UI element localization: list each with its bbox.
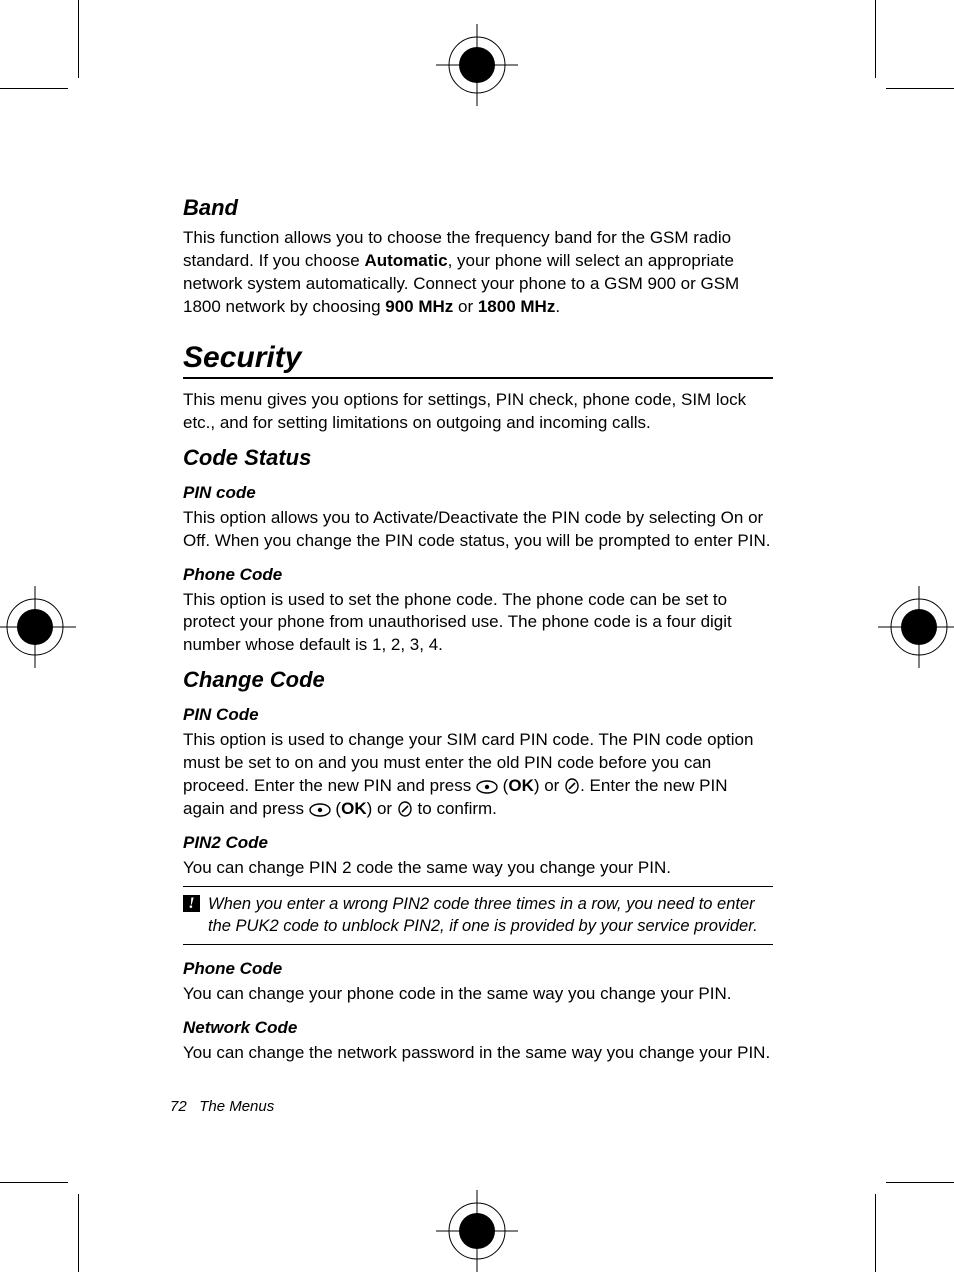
- phone-code-paragraph: This option is used to set the phone cod…: [183, 589, 773, 658]
- crop-mark: [875, 1194, 876, 1272]
- crop-mark: [886, 1182, 954, 1183]
- bold-text: OK: [341, 799, 367, 818]
- crop-mark: [0, 88, 68, 89]
- heading-phone-code: Phone Code: [183, 565, 773, 585]
- footer-label: The Menus: [199, 1098, 274, 1115]
- change-phone-code-paragraph: You can change your phone code in the sa…: [183, 983, 773, 1006]
- pin2-paragraph: You can change PIN 2 code the same way y…: [183, 857, 773, 880]
- crop-mark: [78, 0, 79, 78]
- pin-code-paragraph: This option allows you to Activate/Deact…: [183, 507, 773, 553]
- heading-phone-code-2: Phone Code: [183, 959, 773, 979]
- text: (: [498, 776, 508, 795]
- heading-pin-code-2: PIN Code: [183, 705, 773, 725]
- exclaim-icon: !: [183, 895, 200, 912]
- security-intro: This menu gives you options for settings…: [183, 389, 773, 435]
- heading-network-code: Network Code: [183, 1018, 773, 1038]
- round-button-icon: [397, 798, 413, 821]
- crop-mark: [0, 1182, 68, 1183]
- bold-text: 900 MHz: [385, 297, 453, 316]
- bold-text: Automatic: [364, 251, 447, 270]
- note-text: When you enter a wrong PIN2 code three t…: [208, 893, 773, 938]
- change-pin-paragraph: This option is used to change your SIM c…: [183, 729, 773, 821]
- crop-mark: [886, 88, 954, 89]
- text: or: [453, 297, 478, 316]
- text: .: [555, 297, 560, 316]
- text: (: [331, 799, 341, 818]
- note-box: ! When you enter a wrong PIN2 code three…: [183, 886, 773, 945]
- heading-pin2-code: PIN2 Code: [183, 833, 773, 853]
- page-content: Band This function allows you to choose …: [183, 195, 773, 1075]
- page-number: 72: [170, 1098, 187, 1115]
- heading-change-code: Change Code: [183, 667, 773, 693]
- bold-text: OK: [508, 776, 534, 795]
- heading-code-status: Code Status: [183, 445, 773, 471]
- registration-mark-icon: [436, 1190, 518, 1272]
- crop-mark: [78, 1194, 79, 1272]
- registration-mark-icon: [0, 586, 76, 668]
- crop-mark: [875, 0, 876, 78]
- registration-mark-icon: [436, 24, 518, 106]
- page-footer: 72 The Menus: [170, 1098, 274, 1115]
- heading-security: Security: [183, 341, 773, 379]
- oval-button-icon: [476, 775, 498, 798]
- registration-mark-icon: [878, 586, 954, 668]
- band-paragraph: This function allows you to choose the f…: [183, 227, 773, 319]
- text: to confirm.: [413, 799, 497, 818]
- bold-text: 1800 MHz: [478, 297, 555, 316]
- text: ) or: [367, 799, 397, 818]
- heading-pin-code: PIN code: [183, 483, 773, 503]
- heading-band: Band: [183, 195, 773, 221]
- network-code-paragraph: You can change the network password in t…: [183, 1042, 773, 1065]
- oval-button-icon: [309, 798, 331, 821]
- round-button-icon: [564, 775, 580, 798]
- text: ) or: [534, 776, 564, 795]
